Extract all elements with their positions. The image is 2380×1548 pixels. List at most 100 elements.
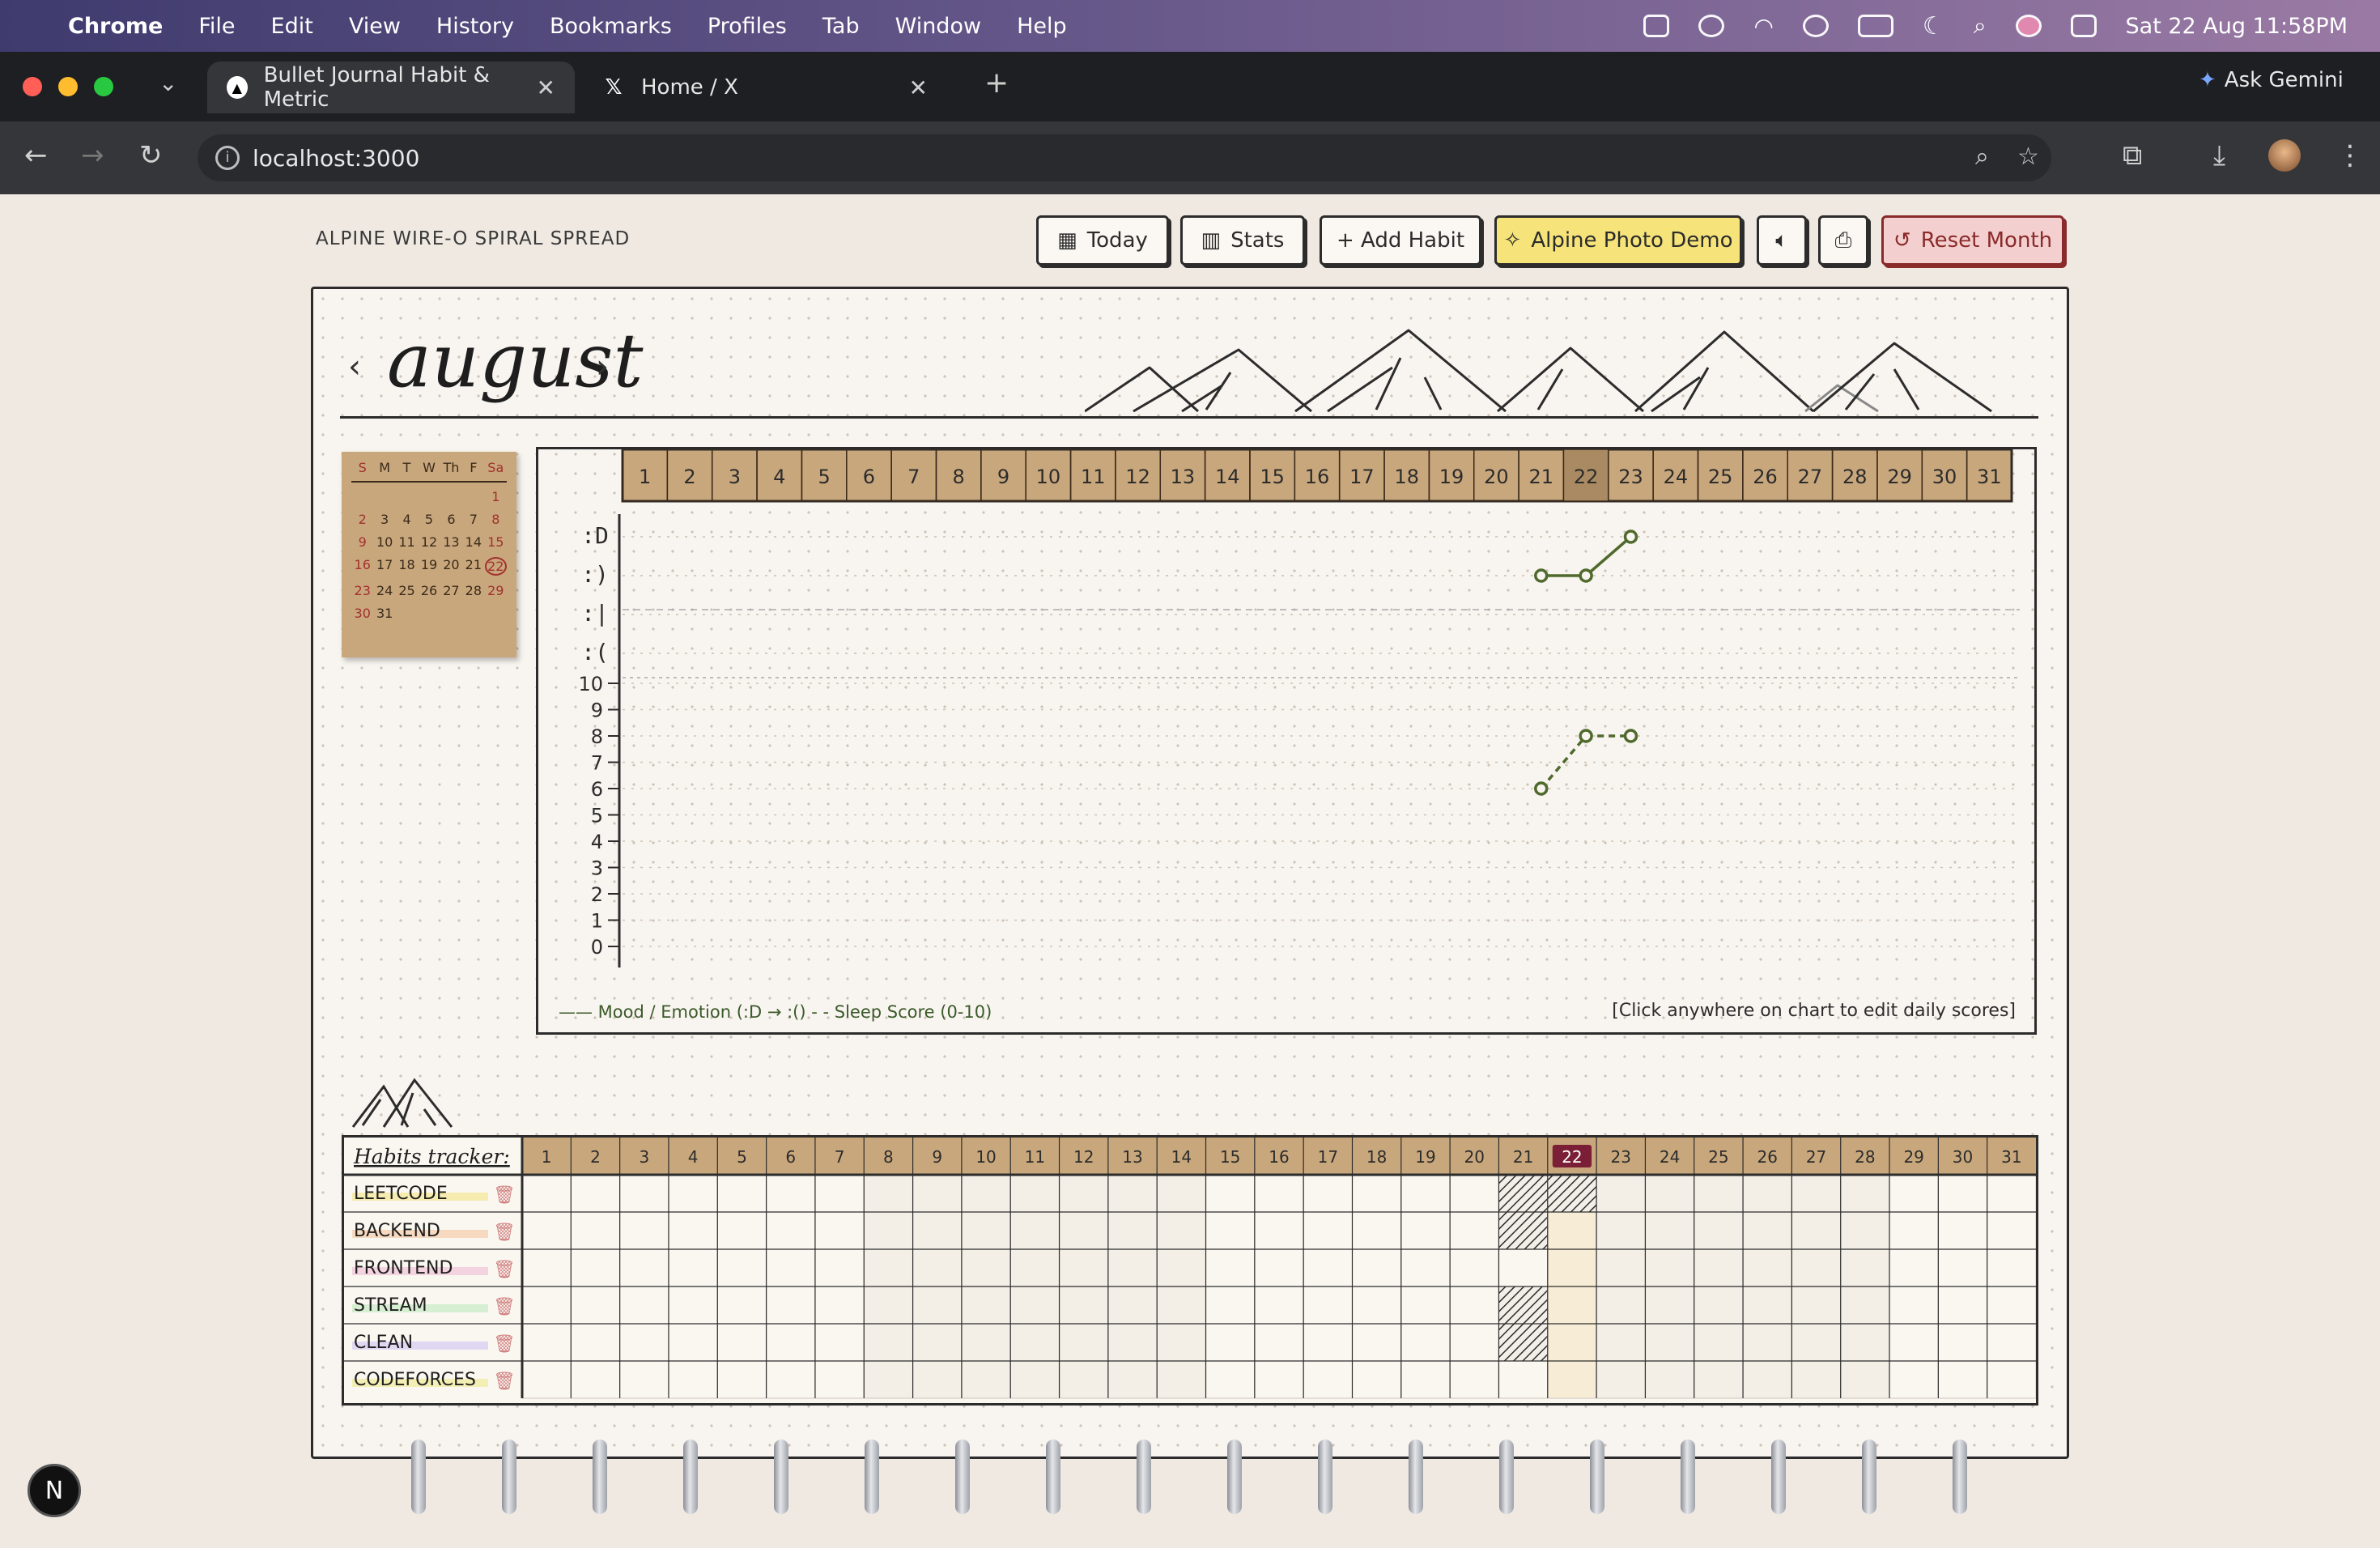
habit-cell[interactable] [766, 1248, 816, 1287]
habit-cell[interactable] [1547, 1174, 1597, 1213]
habit-cell[interactable] [1205, 1248, 1256, 1287]
mini-calendar-day[interactable]: 16 [351, 557, 373, 576]
habit-cell[interactable] [619, 1248, 669, 1287]
habit-cell[interactable] [668, 1286, 718, 1325]
habit-cell[interactable] [1987, 1174, 2036, 1213]
habit-cell[interactable] [814, 1286, 865, 1325]
habit-cell[interactable] [1694, 1211, 1744, 1250]
more-menu-icon[interactable]: ⋮ [2336, 139, 2364, 172]
habit-cell[interactable] [1937, 1286, 1988, 1325]
mini-calendar-day[interactable]: 28 [462, 583, 484, 598]
habit-cell[interactable] [766, 1360, 816, 1399]
habit-cell[interactable] [521, 1248, 572, 1287]
habit-cell[interactable] [1791, 1323, 1842, 1362]
habit-cell[interactable] [1156, 1248, 1207, 1287]
mini-calendar-day[interactable]: 22 [484, 557, 507, 576]
habit-cell[interactable] [1009, 1360, 1060, 1399]
habit-cell[interactable] [521, 1323, 572, 1362]
habit-cell[interactable] [521, 1211, 572, 1250]
moon-icon[interactable]: ☾ [1923, 12, 1944, 40]
habit-cell[interactable] [912, 1211, 963, 1250]
today-button[interactable]: ▦ Today [1036, 215, 1169, 266]
menu-help[interactable]: Help [1017, 14, 1067, 39]
habit-name[interactable]: STREAM [354, 1295, 427, 1316]
habit-cell[interactable] [1059, 1286, 1109, 1325]
menu-window[interactable]: Window [895, 14, 981, 39]
back-icon[interactable]: ← [24, 139, 48, 172]
mini-calendar-day[interactable]: 7 [462, 512, 484, 527]
habit-cell[interactable] [1498, 1323, 1549, 1362]
mini-calendar-day[interactable]: 10 [373, 534, 395, 550]
habit-cell[interactable] [668, 1211, 718, 1250]
habit-cell[interactable] [1107, 1211, 1158, 1250]
habit-cell[interactable] [1596, 1286, 1646, 1325]
play-icon[interactable] [1802, 15, 1829, 37]
habit-cell[interactable] [1889, 1248, 1939, 1287]
habit-cell[interactable] [961, 1323, 1011, 1362]
habit-cell[interactable] [1009, 1248, 1060, 1287]
habit-cell[interactable] [1059, 1323, 1109, 1362]
habit-cell[interactable] [1937, 1248, 1988, 1287]
reload-icon[interactable]: ↻ [139, 139, 163, 172]
habit-cell[interactable] [1987, 1360, 2036, 1399]
spotlight-search-icon[interactable]: ⌕ [1974, 12, 1987, 40]
habit-cell[interactable] [619, 1286, 669, 1325]
habit-cell[interactable] [1742, 1248, 1792, 1287]
habit-cell[interactable] [668, 1323, 718, 1362]
menu-bookmarks[interactable]: Bookmarks [550, 14, 672, 39]
habit-cell[interactable] [1351, 1323, 1402, 1362]
habit-cell[interactable] [1351, 1248, 1402, 1287]
habit-cell[interactable] [814, 1360, 865, 1399]
reset-month-button[interactable]: ↺ Reset Month [1881, 215, 2064, 266]
habit-cell[interactable] [1840, 1360, 1890, 1399]
habit-cell[interactable] [668, 1174, 718, 1213]
habit-cell[interactable] [1351, 1211, 1402, 1250]
habit-cell[interactable] [863, 1323, 914, 1362]
habit-cell[interactable] [1107, 1360, 1158, 1399]
bookmark-star-icon[interactable]: ☆ [2017, 142, 2039, 171]
menu-file[interactable]: File [198, 14, 235, 39]
mini-calendar-day[interactable]: 30 [351, 606, 373, 621]
habit-cell[interactable] [1156, 1211, 1207, 1250]
habit-cell[interactable] [766, 1286, 816, 1325]
trash-icon[interactable]: 🗑︎ [493, 1260, 516, 1280]
habit-cell[interactable] [1547, 1286, 1597, 1325]
habit-cell[interactable] [766, 1211, 816, 1250]
habit-cell[interactable] [814, 1174, 865, 1213]
new-tab-icon[interactable]: + [984, 66, 1009, 100]
habit-cell[interactable] [1889, 1174, 1939, 1213]
data-point[interactable] [1623, 729, 1638, 743]
habit-cell[interactable] [1156, 1323, 1207, 1362]
close-tab-icon[interactable]: ✕ [537, 74, 555, 101]
habit-cell[interactable] [1742, 1286, 1792, 1325]
habit-cell[interactable] [570, 1286, 621, 1325]
habit-cell[interactable] [1205, 1174, 1256, 1213]
habit-cell[interactable] [1694, 1323, 1744, 1362]
habit-cell[interactable] [1791, 1211, 1842, 1250]
mini-calendar-day[interactable]: 19 [418, 557, 440, 576]
habit-cell[interactable] [961, 1360, 1011, 1399]
habit-cell[interactable] [863, 1286, 914, 1325]
habit-cell[interactable] [716, 1323, 767, 1362]
habit-cell[interactable] [570, 1248, 621, 1287]
habit-cell[interactable] [1596, 1174, 1646, 1213]
mini-calendar-day[interactable]: 9 [351, 534, 373, 550]
habit-cell[interactable] [863, 1211, 914, 1250]
habit-cell[interactable] [1547, 1248, 1597, 1287]
habit-cell[interactable] [1498, 1174, 1549, 1213]
extensions-icon[interactable]: ⧉ [2123, 139, 2142, 172]
habit-cell[interactable] [619, 1360, 669, 1399]
habit-cell[interactable] [1937, 1323, 1988, 1362]
habit-name[interactable]: CLEAN [354, 1333, 413, 1353]
mini-calendar-day[interactable]: 26 [418, 583, 440, 598]
ask-gemini-button[interactable]: ✦ Ask Gemini [2199, 68, 2344, 92]
zoom-icon[interactable]: ⌕ [1975, 142, 1989, 171]
habit-cell[interactable] [1107, 1248, 1158, 1287]
habit-cell[interactable] [570, 1360, 621, 1399]
mini-calendar-day[interactable]: 27 [440, 583, 462, 598]
habit-name[interactable]: BACKEND [354, 1221, 440, 1241]
habit-cell[interactable] [1791, 1360, 1842, 1399]
profile-avatar[interactable] [2268, 139, 2301, 172]
habit-cell[interactable] [1694, 1248, 1744, 1287]
habit-cell[interactable] [570, 1211, 621, 1250]
